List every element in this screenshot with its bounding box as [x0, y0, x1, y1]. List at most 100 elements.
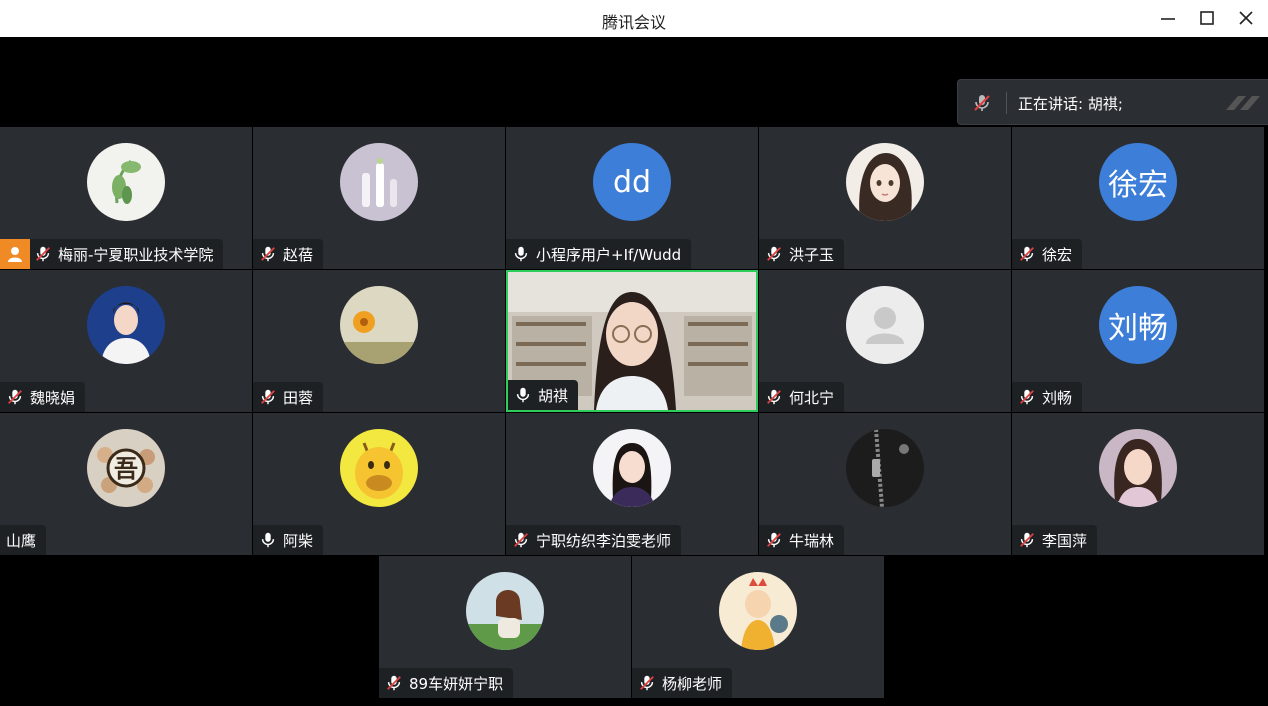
participant-label: 梅丽-宁夏职业技术学院: [0, 239, 224, 269]
participant-tile[interactable]: 阿柴: [253, 413, 505, 555]
mic-muted-icon: [1018, 388, 1036, 406]
participant-name: 小程序用户+If/Wudd: [536, 245, 682, 264]
participant-tile[interactable]: 89车妍妍宁职: [379, 556, 631, 698]
mic-muted-icon: [34, 245, 52, 263]
avatar: dd: [593, 143, 671, 221]
speaking-text: 正在讲话: 胡祺;: [1018, 95, 1123, 113]
participant-name: 阿柴: [283, 531, 314, 550]
mic-muted-icon: [638, 674, 656, 692]
divider: [1006, 92, 1007, 114]
avatar: 徐宏: [1099, 143, 1177, 221]
participant-name: 胡祺: [538, 386, 569, 405]
participant-name: 魏晓娟: [30, 388, 76, 407]
avatar: [719, 572, 797, 650]
participant-label: 刘畅: [1012, 382, 1083, 412]
mic-muted-icon: [259, 388, 277, 406]
title-bar: 腾讯会议: [0, 0, 1268, 37]
avatar: 刘畅: [1099, 286, 1177, 364]
mic-icon: [512, 245, 530, 263]
participant-grid: 梅丽-宁夏职业技术学院 赵蓓 dd 小程序用户+If/Wudd 洪子玉 徐宏 徐宏 魏晓娟 田蓉…: [0, 127, 1268, 706]
participant-name: 宁职纺织李泊雯老师: [536, 531, 672, 550]
participant-name: 89车妍妍宁职: [409, 674, 504, 693]
speaking-indicator[interactable]: 正在讲话: 胡祺;: [957, 79, 1268, 125]
close-icon: [1239, 11, 1253, 25]
maximize-icon: [1200, 11, 1214, 25]
mic-muted-icon: [1018, 531, 1036, 549]
participant-label: 山鹰: [0, 525, 47, 555]
avatar: [87, 286, 165, 364]
avatar: [87, 143, 165, 221]
participant-tile[interactable]: 洪子玉: [759, 127, 1011, 269]
avatar-initials: dd: [612, 164, 652, 200]
participant-tile[interactable]: 何北宁: [759, 270, 1011, 412]
avatar: 吾: [87, 429, 165, 507]
avatar: [340, 143, 418, 221]
drag-handle-icon[interactable]: [1222, 88, 1264, 122]
svg-text:吾: 吾: [114, 455, 138, 483]
participant-name: 洪子玉: [789, 245, 835, 264]
mic-muted-icon: [972, 93, 992, 117]
participant-label: 牛瑞林: [759, 525, 845, 555]
avatar-initials: 刘畅: [1108, 311, 1168, 346]
participant-name: 梅丽-宁夏职业技术学院: [58, 245, 214, 264]
avatar: [593, 429, 671, 507]
participant-name: 赵蓓: [283, 245, 314, 264]
participant-tile[interactable]: 徐宏 徐宏: [1012, 127, 1264, 269]
mic-muted-icon: [6, 388, 24, 406]
mic-muted-icon: [1018, 245, 1036, 263]
participant-label: 何北宁: [759, 382, 845, 412]
participant-tile[interactable]: 刘畅 刘畅: [1012, 270, 1264, 412]
participant-name: 山鹰: [6, 531, 37, 550]
avatar: [846, 143, 924, 221]
avatar: [340, 429, 418, 507]
participant-tile[interactable]: 田蓉: [253, 270, 505, 412]
mic-muted-icon: [765, 531, 783, 549]
avatar-initials: 徐宏: [1108, 168, 1168, 203]
avatar: [340, 286, 418, 364]
avatar: [846, 429, 924, 507]
close-button[interactable]: [1233, 6, 1259, 30]
mic-icon: [514, 386, 532, 404]
participant-tile[interactable]: 赵蓓: [253, 127, 505, 269]
participant-label: 魏晓娟: [0, 382, 86, 412]
mic-muted-icon: [259, 245, 277, 263]
participant-name: 刘畅: [1042, 388, 1073, 407]
participant-name: 牛瑞林: [789, 531, 835, 550]
host-icon: [0, 239, 30, 269]
participant-tile[interactable]: 胡祺: [506, 270, 758, 412]
participant-label: 杨柳老师: [632, 668, 733, 698]
mic-muted-icon: [385, 674, 403, 692]
avatar: [846, 286, 924, 364]
mic-muted-icon: [765, 388, 783, 406]
participant-label: 小程序用户+If/Wudd: [506, 239, 692, 269]
participant-label: 田蓉: [253, 382, 324, 412]
participant-name: 李国萍: [1042, 531, 1088, 550]
participant-tile[interactable]: dd 小程序用户+If/Wudd: [506, 127, 758, 269]
participant-label: 宁职纺织李泊雯老师: [506, 525, 682, 555]
mic-muted-icon: [765, 245, 783, 263]
participant-label: 徐宏: [1012, 239, 1083, 269]
participant-label: 89车妍妍宁职: [379, 668, 514, 698]
participant-tile[interactable]: 牛瑞林: [759, 413, 1011, 555]
avatar: [1099, 429, 1177, 507]
participant-tile[interactable]: 吾山鹰: [0, 413, 252, 555]
participant-tile[interactable]: 宁职纺织李泊雯老师: [506, 413, 758, 555]
participant-tile[interactable]: 李国萍: [1012, 413, 1264, 555]
participant-label: 胡祺: [508, 380, 579, 410]
minimize-button[interactable]: [1155, 6, 1181, 30]
mic-muted-icon: [512, 531, 530, 549]
avatar: [466, 572, 544, 650]
participant-name: 田蓉: [283, 388, 314, 407]
app-title: 腾讯会议: [601, 13, 666, 32]
participant-label: 赵蓓: [253, 239, 324, 269]
participant-tile[interactable]: 魏晓娟: [0, 270, 252, 412]
maximize-button[interactable]: [1194, 6, 1220, 30]
participant-label: 阿柴: [253, 525, 324, 555]
participant-tile[interactable]: 杨柳老师: [632, 556, 884, 698]
participant-label: 洪子玉: [759, 239, 845, 269]
minimize-icon: [1161, 18, 1175, 20]
mic-icon: [259, 531, 277, 549]
participant-tile[interactable]: 梅丽-宁夏职业技术学院: [0, 127, 252, 269]
participant-name: 徐宏: [1042, 245, 1073, 264]
participant-name: 何北宁: [789, 388, 835, 407]
